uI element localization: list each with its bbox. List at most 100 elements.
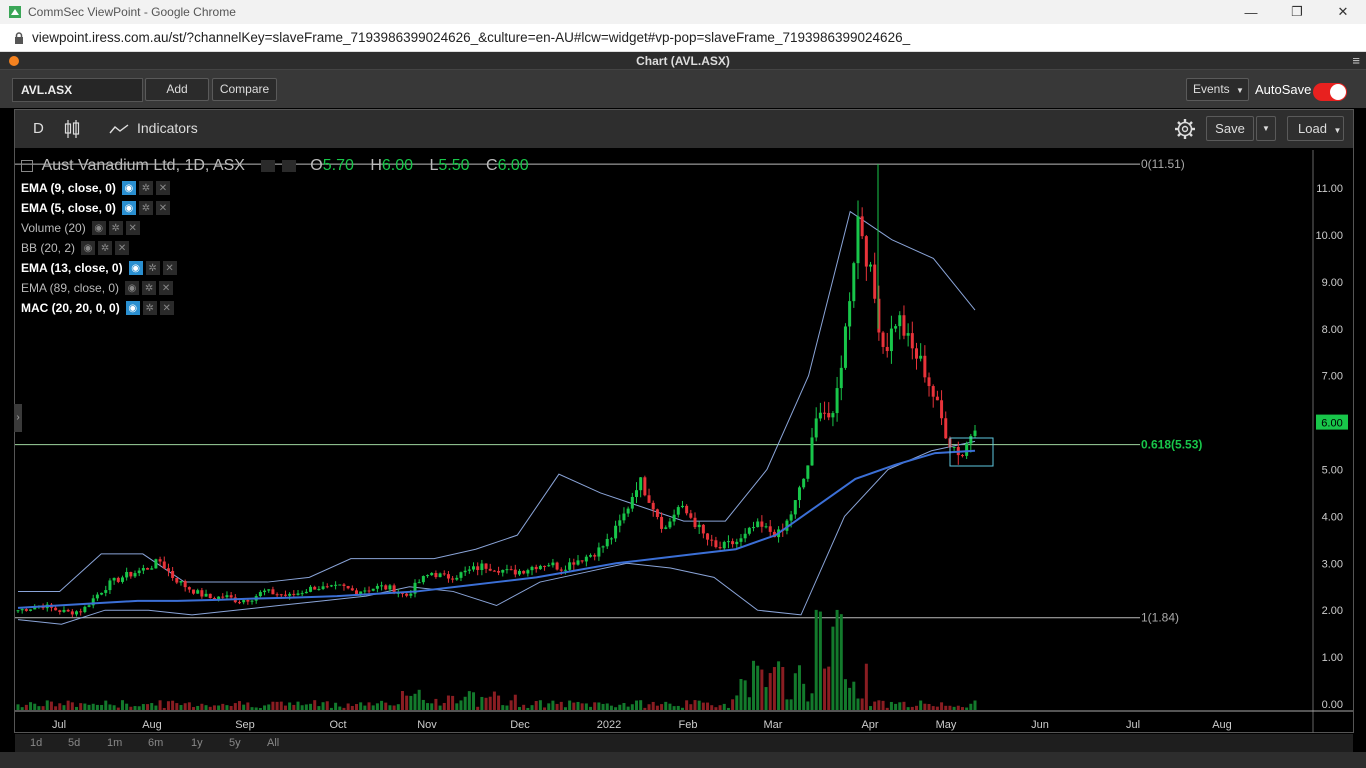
timeframe-1d[interactable]: 1d [30,737,42,749]
volume-bar [434,698,438,710]
indicator-eye-icon[interactable]: ◉ [91,221,106,235]
volume-bar [296,701,300,710]
volume-bar [225,705,229,710]
indicator-eye-icon[interactable]: ◉ [128,261,143,275]
volume-bar [563,707,567,710]
fib-level-label: 1(1.84) [1141,611,1179,625]
volume-bar [752,660,756,710]
indicator-name[interactable]: EMA (9, close, 0) [21,181,116,195]
indicator-gear-icon[interactable]: ✲ [108,221,123,235]
timeframe-5y[interactable]: 5y [229,737,241,749]
indicator-name[interactable]: EMA (89, close, 0) [21,281,119,295]
volume-bar [726,707,730,710]
candle-body [718,547,722,549]
candle-body [237,602,241,604]
y-tick-label: 2.00 [1322,605,1343,617]
indicator-gear-icon[interactable]: ✲ [138,181,153,195]
candle-body [605,538,609,547]
x-tick-label: Aug [142,719,162,731]
candle-body [860,216,864,237]
volume-bar [217,705,221,710]
indicator-x-icon[interactable]: ✕ [162,261,177,275]
volume-bar [129,706,133,710]
volume-bar [263,705,267,710]
candle-body [660,516,664,529]
candle-body [279,594,283,596]
indicator-x-icon[interactable]: ✕ [155,181,170,195]
volume-bar [614,707,618,710]
candle-body [421,576,425,583]
candle-body [296,593,300,595]
candle-body [764,526,768,528]
candle-body [634,490,638,497]
timeframe-all[interactable]: All [267,737,279,749]
indicator-name[interactable]: BB (20, 2) [21,241,75,255]
indicator-eye-icon[interactable]: ◉ [125,281,140,295]
candle-body [672,514,676,522]
legend-gear-icon[interactable] [281,159,296,172]
timeframe-1m[interactable]: 1m [107,737,122,749]
indicator-eye-icon[interactable]: ◉ [121,201,136,215]
indicator-name[interactable]: EMA (13, close, 0) [21,261,123,275]
x-tick-label: Aug [1212,719,1232,731]
candle-body [29,609,33,611]
volume-bar [497,695,501,710]
candle-body [856,216,860,264]
timeframe-6m[interactable]: 6m [148,737,163,749]
indicator-x-icon[interactable]: ✕ [159,281,174,295]
indicator-gear-icon[interactable]: ✲ [142,281,157,295]
indicator-x-icon[interactable]: ✕ [159,301,174,315]
volume-bar [20,707,24,710]
chart-legend-title: Aust Vanadium Ltd, 1D, ASX O5.70 H6.00 L… [21,157,529,175]
candle-body [747,527,751,534]
legend-eye-icon[interactable] [261,159,276,172]
volume-bar [267,704,271,710]
candle-body [609,538,613,540]
volume-bar [200,703,204,710]
candle-body [906,333,910,336]
indicator-name[interactable]: MAC (20, 20, 0, 0) [21,301,120,315]
candle-body [526,570,530,574]
x-tick-label: Oct [329,719,346,731]
volume-bar [885,707,889,710]
x-tick-label: Jul [1126,719,1140,731]
indicator-eye-icon[interactable]: ◉ [121,181,136,195]
indicator-x-icon[interactable]: ✕ [125,221,140,235]
indicator-gear-icon[interactable]: ✲ [138,201,153,215]
candle-body [66,609,70,612]
timeframe-5d[interactable]: 5d [68,737,80,749]
volume-bar [948,705,952,710]
indicator-name[interactable]: Volume (20) [21,221,86,235]
indicator-x-icon[interactable]: ✕ [155,201,170,215]
indicator-gear-icon[interactable]: ✲ [142,301,157,315]
indicator-eye-icon[interactable]: ◉ [81,241,96,255]
volume-bar [756,665,760,710]
candle-body [317,588,321,590]
candle-body [355,590,359,595]
volume-bar [530,705,534,710]
volume-bar [685,700,689,710]
indicator-eye-icon[interactable]: ◉ [125,301,140,315]
indicator-name[interactable]: EMA (5, close, 0) [21,201,116,215]
indicator-gear-icon[interactable]: ✲ [145,261,160,275]
candle-body [584,556,588,562]
indicator-gear-icon[interactable]: ✲ [98,241,113,255]
candle-body [104,590,108,593]
candle-body [116,577,120,582]
candle-body [889,328,893,352]
volume-bar [346,703,350,710]
volume-bar [338,706,342,710]
indicator-x-icon[interactable]: ✕ [115,241,130,255]
candle-body [497,571,501,573]
volume-bar [66,700,70,710]
volume-bar [392,705,396,710]
price-chart[interactable]: 0(11.51) 0.618(5.53) 1(1.84) 0.00 1.00 2.00 3… [0,0,1366,768]
x-tick-label: May [936,719,957,731]
y-tick-label: 8.00 [1322,324,1343,336]
legend-collapse-icon[interactable] [21,159,33,172]
timeframe-1y[interactable]: 1y [191,737,203,749]
volume-bar [162,707,166,710]
volume-bar [29,702,33,710]
candle-body [693,517,697,528]
volume-bar [45,700,49,710]
